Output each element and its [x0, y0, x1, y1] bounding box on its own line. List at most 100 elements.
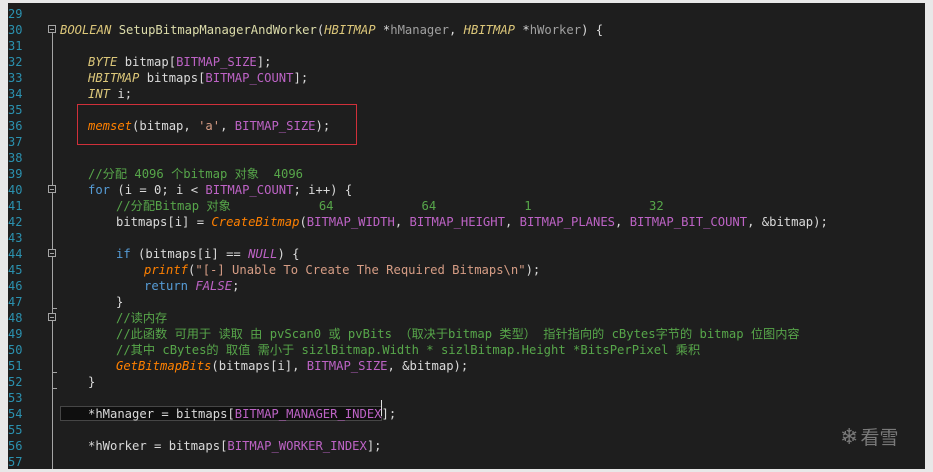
collapse-icon[interactable] [48, 249, 56, 257]
code-text: BYTE bitmap[BITMAP_SIZE]; [88, 54, 271, 70]
token-plain: , &bitmap); [747, 215, 828, 229]
code-line[interactable]: 54 *hManager = bitmaps[BITMAP_MANAGER_IND… [8, 406, 925, 422]
line-number: 53 [8, 391, 23, 405]
watermark-text: 看雪 [860, 427, 899, 449]
line-number: 51 [8, 359, 23, 373]
code-line[interactable]: 49 //此函数 可用于 读取 由 pvScan0 或 pvBits （取决于bi… [8, 326, 925, 342]
code-text: if (bitmaps[i] == NULL) { [116, 246, 299, 262]
token-type: BOOLEAN [60, 23, 112, 37]
token-type: HBITMAP [88, 71, 140, 85]
line-number: 56 [8, 439, 23, 453]
code-line[interactable]: 48 //读内存 [8, 310, 925, 326]
token-type: HBITMAP [463, 23, 516, 37]
code-text: HBITMAP bitmaps[BITMAP_COUNT]; [88, 70, 308, 86]
token-plain: } [116, 295, 124, 309]
token-macro: BITMAP_COUNT [205, 183, 294, 197]
line-number: 35 [8, 103, 23, 117]
token-type: BYTE [88, 55, 118, 69]
code-line[interactable]: 43 [8, 230, 925, 246]
code-line[interactable]: 31 [8, 38, 925, 54]
line-number: 43 [8, 231, 23, 245]
line-number: 49 [8, 327, 23, 341]
token-macro: BITMAP_WORKER_INDEX [227, 439, 367, 453]
line-number: 44 [8, 247, 23, 261]
token-macro: BITMAP_HEIGHT [409, 215, 505, 229]
snowflake-icon: ❄ [840, 425, 859, 450]
line-number: 48 [8, 311, 23, 325]
token-plain: ) { [277, 247, 300, 261]
code-text: } [88, 374, 95, 390]
token-kw: for [88, 183, 111, 197]
code-line[interactable]: 51 GetBitmapBits(bitmaps[i], BITMAP_SIZE,… [8, 358, 925, 374]
token-param: hWorker [529, 23, 582, 37]
line-number: 50 [8, 343, 23, 357]
code-text: } [116, 294, 123, 310]
token-plain: , &bitmap); [387, 359, 469, 373]
code-text: //其中 cBytes的 取值 需小于 sizlBitmap.Width * s… [116, 342, 700, 358]
code-line[interactable]: 30 BOOLEAN SetupBitmapManagerAndWorker(HB… [8, 22, 925, 38]
token-call: printf [144, 263, 189, 277]
token-plain: *hManager = bitmaps[ [88, 407, 235, 421]
code-text: //分配Bitmap 对象 64 64 1 32 [116, 198, 664, 214]
token-kw: return [144, 279, 189, 293]
token-plain: i; [110, 87, 133, 101]
token-type: HBITMAP [324, 23, 376, 37]
token-fn: SetupBitmapManagerAndWorker [118, 23, 317, 37]
code-line[interactable]: 47} [8, 294, 925, 310]
code-line[interactable]: 38 [8, 150, 925, 166]
code-editor[interactable]: 29 30 BOOLEAN SetupBitmapManagerAndWorker (… [8, 3, 925, 469]
code-line[interactable]: 57 [8, 454, 925, 469]
token-cmt: //其中 cBytes的 取值 需小于 sizlBitmap.Width * s… [116, 343, 701, 357]
code-line[interactable]: 42 bitmaps[i] = CreateBitmap(BITMAP_WIDTH… [8, 214, 925, 230]
token-plain: , [504, 215, 520, 229]
collapse-icon[interactable] [48, 25, 56, 33]
token-call: CreateBitmap [211, 215, 300, 229]
token-plain: ( [299, 215, 307, 229]
token-macro: BITMAP_PLANES [519, 215, 616, 229]
line-number: 29 [8, 7, 23, 21]
code-line[interactable]: 33 HBITMAP bitmaps[BITMAP_COUNT]; [8, 70, 925, 86]
code-text: bitmaps[i] = CreateBitmap(BITMAP_WIDTH , … [116, 214, 828, 230]
token-cmt: //分配 4096 个bitmap 对象 4096 [88, 167, 304, 181]
collapse-icon[interactable] [48, 185, 56, 193]
code-line[interactable]: 46 return FALSE; [8, 278, 925, 294]
line-number: 37 [8, 135, 23, 149]
token-macro: BITMAP_BIT_COUNT [629, 215, 748, 229]
line-number: 42 [8, 215, 23, 229]
token-plain: } [88, 375, 96, 389]
text-caret [381, 400, 382, 416]
token-str: "[-] Unable To Create The Required Bitma… [195, 263, 526, 277]
code-line[interactable]: 40 for (i = 0; i < BITMAP_COUNT; i++) { [8, 182, 925, 198]
line-number: 52 [8, 375, 23, 389]
token-call: GetBitmapBits [116, 359, 212, 373]
token-kwmac: FALSE [195, 279, 233, 293]
line-number: 45 [8, 263, 23, 277]
highlight-box [77, 104, 357, 145]
code-line[interactable]: 32 BYTE bitmap[BITMAP_SIZE]; [8, 54, 925, 70]
code-line[interactable]: 55 [8, 422, 925, 438]
token-plain: bitmaps[ [139, 71, 206, 85]
code-text: printf("[-] Unable To Create The Require… [144, 262, 540, 278]
code-line[interactable]: 39 //分配 4096 个bitmap 对象 4096 [8, 166, 925, 182]
code-line[interactable]: 50 //其中 cBytes的 取值 需小于 sizlBitmap.Width *… [8, 342, 925, 358]
code-text: return FALSE; [144, 278, 239, 294]
line-number: 40 [8, 183, 23, 197]
token-param: hManager [390, 23, 449, 37]
collapse-icon[interactable] [48, 313, 56, 321]
token-plain: (i = 0; i < [110, 183, 206, 197]
line-number: 30 [8, 23, 23, 37]
code-line[interactable]: 45 printf("[-] Unable To Create The Requi… [8, 262, 925, 278]
code-line[interactable]: 53 [8, 390, 925, 406]
code-text: //读内存 [116, 310, 167, 326]
code-line[interactable]: 44 if (bitmaps[i] == NULL) { [8, 246, 925, 262]
code-line[interactable]: 29 [8, 6, 925, 22]
code-line[interactable]: 34 INT i; [8, 86, 925, 102]
code-line[interactable]: 41 //分配Bitmap 对象 64 64 1 32 [8, 198, 925, 214]
line-number: 33 [8, 71, 23, 85]
code-line[interactable]: 56 *hWorker = bitmaps[BITMAP_WORKER_INDEX… [8, 438, 925, 454]
line-number: 55 [8, 423, 23, 437]
token-type: INT [88, 87, 111, 101]
token-cmt: //读内存 [116, 311, 168, 325]
code-line[interactable]: 52} [8, 374, 925, 390]
